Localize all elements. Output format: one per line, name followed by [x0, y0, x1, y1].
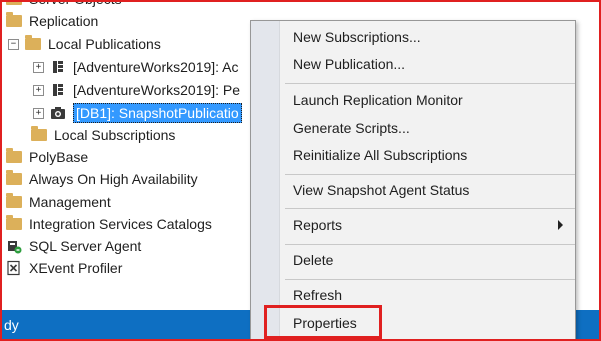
tree-item-label: Integration Services Catalogs [29, 216, 212, 232]
sql-agent-icon [8, 241, 22, 254]
publication-icon [53, 61, 63, 73]
folder-icon [6, 170, 22, 185]
tree-item-label: Always On High Availability [29, 171, 198, 187]
folder-icon [6, 148, 22, 163]
tree-item-integration-services[interactable]: Integration Services Catalogs [6, 213, 212, 235]
tree-item-label: [DB1]: SnapshotPublicatio [73, 103, 242, 123]
tree-item-local-subscriptions[interactable]: Local Subscriptions [31, 124, 175, 146]
tree-item-label: Server Objects [29, 0, 122, 10]
menu-separator [285, 174, 575, 175]
menu-item-refresh[interactable]: Refresh [293, 283, 342, 307]
tree-item-server-objects[interactable]: Server Objects [6, 0, 122, 10]
tree-item-label: PolyBase [29, 149, 89, 165]
expand-toggle[interactable]: + [33, 107, 44, 119]
tree-item-label: Local Subscriptions [54, 127, 176, 143]
status-text: dy [4, 317, 19, 333]
submenu-arrow-icon [558, 220, 563, 230]
publication-icon [53, 84, 63, 96]
folder-icon [6, 12, 22, 27]
camera-icon [51, 107, 65, 119]
tree-item-management[interactable]: Management [6, 191, 111, 213]
menu-separator [285, 83, 575, 84]
menu-separator [285, 279, 575, 280]
properties-highlight-box [264, 305, 382, 339]
tree-item-publication[interactable]: + [AdventureWorks2019]: Pe [33, 79, 240, 101]
menu-item-reinitialize-all-subscriptions[interactable]: Reinitialize All Subscriptions [293, 143, 467, 167]
tree-item-label: [AdventureWorks2019]: Ac [73, 59, 239, 75]
tree-item-always-on[interactable]: Always On High Availability [6, 168, 198, 190]
tree-item-label: Local Publications [48, 36, 161, 52]
menu-icon-gutter [251, 21, 280, 340]
menu-item-view-snapshot-agent-status[interactable]: View Snapshot Agent Status [293, 178, 469, 202]
tree-item-label: XEvent Profiler [29, 260, 123, 276]
tree-item-replication[interactable]: Replication [6, 10, 98, 32]
folder-icon [31, 126, 47, 141]
tree-item-local-publications[interactable]: − Local Publications [8, 33, 161, 55]
menu-item-generate-scripts[interactable]: Generate Scripts... [293, 116, 410, 140]
menu-item-new-publication[interactable]: New Publication... [293, 52, 405, 76]
tree-item-xevent-profiler[interactable]: XEvent Profiler [6, 257, 122, 279]
menu-item-reports[interactable]: Reports [293, 213, 563, 237]
xevent-profiler-icon [7, 260, 20, 276]
tree-item-label: Management [29, 194, 111, 210]
menu-separator [285, 208, 575, 209]
tree-item-label: Replication [29, 13, 99, 29]
folder-icon [25, 35, 41, 50]
tree-item-publication[interactable]: + [AdventureWorks2019]: Ac [33, 56, 239, 78]
menu-item-delete[interactable]: Delete [293, 248, 333, 272]
tree-item-label: [AdventureWorks2019]: Pe [73, 82, 241, 98]
tree-item-snapshot-publication[interactable]: + [DB1]: SnapshotPublicatio [33, 102, 242, 124]
expand-toggle[interactable]: + [33, 61, 44, 73]
folder-icon [6, 215, 22, 230]
menu-item-launch-replication-monitor[interactable]: Launch Replication Monitor [293, 88, 463, 112]
context-menu: New Subscriptions... New Publication... … [250, 20, 576, 341]
menu-item-label: Reports [293, 217, 343, 233]
collapse-toggle[interactable]: − [8, 38, 19, 50]
folder-icon [6, 193, 22, 208]
tree-item-sql-server-agent[interactable]: SQL Server Agent [6, 235, 141, 257]
folder-icon [6, 0, 22, 5]
expand-toggle[interactable]: + [33, 84, 44, 96]
menu-separator [285, 244, 575, 245]
tree-item-label: SQL Server Agent [29, 238, 142, 254]
tree-item-polybase[interactable]: PolyBase [6, 146, 88, 168]
menu-item-new-subscriptions[interactable]: New Subscriptions... [293, 25, 421, 49]
